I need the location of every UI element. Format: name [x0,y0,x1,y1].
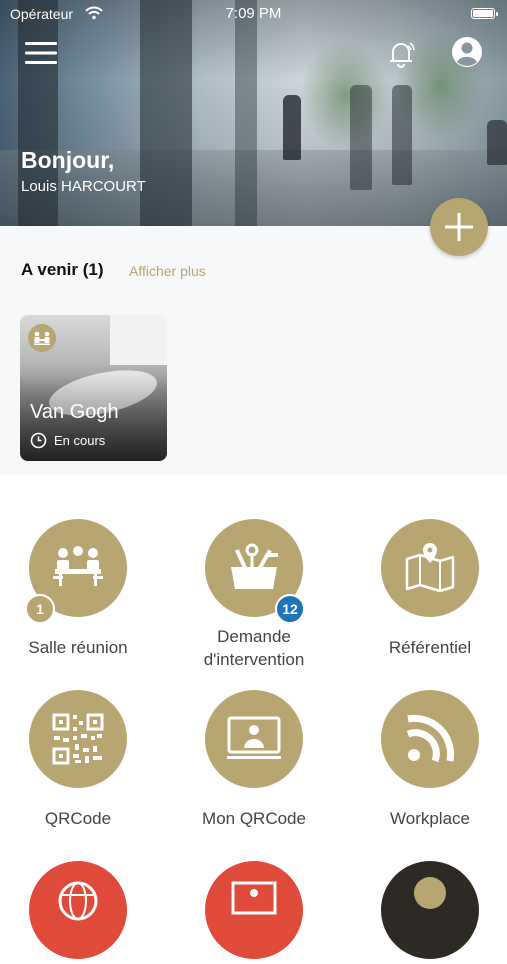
tile-label: Demande d'intervention [169,625,339,671]
banner-bench [487,120,507,165]
bell-ringing-icon [390,42,415,68]
tile-label-text: Demande d'intervention [203,627,305,669]
globe-icon [58,881,98,921]
tile-label: QRCode [44,809,112,828]
tile-icon-circle [205,690,303,788]
booking-status: En cours [54,433,106,448]
clock-time: 7:09 PM [225,5,282,22]
banner-person [350,85,372,190]
booking-card[interactable]: Van Gogh En cours [20,315,167,461]
tile-icon-circle [381,519,479,617]
presentation-icon [227,716,281,759]
tile-icon-circle [381,861,479,959]
upcoming-title: A venir (1) [21,260,104,279]
notifications-button[interactable] [382,34,420,72]
banner-plant [300,40,390,150]
tile-label: Salle réunion [28,638,128,657]
ball-icon [414,877,446,909]
status-bar: Opérateur 7:09 PM [0,4,507,26]
add-button[interactable] [430,198,488,256]
tile-icon-circle [205,861,303,959]
battery-icon [471,8,498,19]
tile-icon-circle [381,690,479,788]
banner-pillar [235,0,257,226]
tile-label: Mon QRCode [202,809,306,828]
tile-label: Workplace [390,809,470,828]
plus-icon [445,213,473,241]
banner-person [392,85,412,185]
greeting-text: Bonjour, [21,147,115,173]
qrcode-icon [52,713,104,765]
tile-label: Référentiel [388,638,472,657]
rss-icon [406,714,455,763]
screen-user-icon [231,881,277,915]
hamburger-icon [25,42,57,64]
clock-icon [30,432,47,454]
show-more-link[interactable]: Afficher plus [129,263,206,279]
booking-room-name: Van Gogh [30,401,119,423]
banner-person [283,95,301,160]
banner-pillar [140,0,192,226]
menu-button[interactable] [24,38,58,68]
intervention-count-badge: 12 [275,594,305,624]
salle-reunion-count-badge: 1 [25,594,55,624]
profile-button[interactable] [450,35,484,69]
user-name: Louis HARCOURT [21,178,146,195]
user-avatar-icon [452,37,482,67]
tile-icon-circle [29,690,127,788]
map-pin-icon [405,543,455,593]
meeting-room-badge-icon [28,324,56,352]
tile-icon-circle [29,861,127,959]
